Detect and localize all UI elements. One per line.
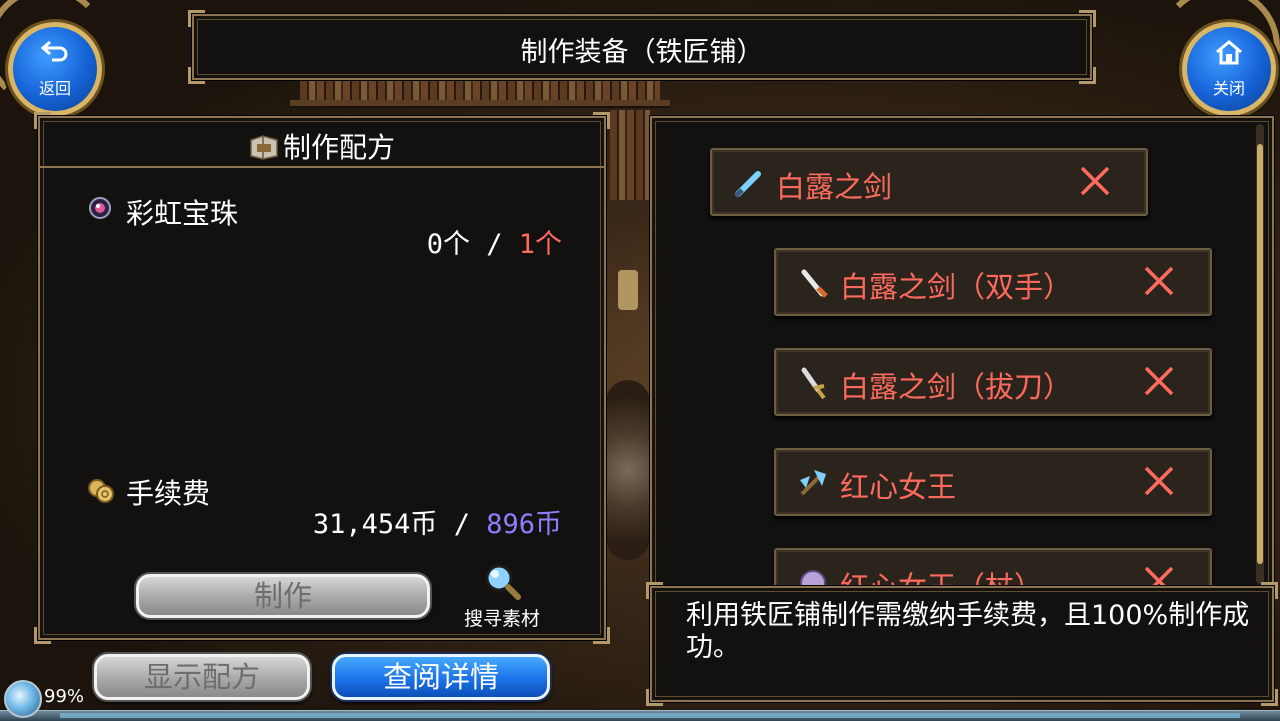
close-button[interactable]: 关闭 [1182,22,1276,116]
material-name: 彩虹宝珠 [126,197,239,230]
home-icon [1216,40,1242,65]
katana-icon [801,367,826,400]
close-icon[interactable] [1078,164,1112,198]
back-label: 返回 [38,79,71,98]
search-materials-label: 搜寻素材 [463,608,540,630]
close-label: 关闭 [1212,79,1245,98]
battery-percent: 99% [44,686,85,707]
title-bar: 制作装备（铁匠铺） [188,10,1096,84]
fee-need: 896币 [486,509,562,540]
material-separator: / [469,229,519,260]
item-name: 白露之剑（拔刀） [840,370,1073,404]
coins-icon [88,479,114,503]
dagger-icon [801,269,828,298]
page-title: 制作装备（铁匠铺） [520,37,764,68]
info-panel: 利用铁匠铺制作需缴纳手续费，且100%制作成功。 [646,582,1278,706]
equipment-list-panel: 白露之剑 白露之剑（双手） 白露之剑（拔刀） 红心女王 红心女王（杖） [650,116,1274,594]
bookshelf [610,110,650,200]
list-scrollbar[interactable] [1256,124,1264,584]
item-name: 红心女王 [840,470,957,504]
scrollbar-thumb[interactable] [1257,144,1263,564]
sword-icon [734,171,761,198]
shelf-board [290,100,670,106]
close-icon[interactable] [1142,464,1176,498]
view-details-button[interactable]: 查阅详情 [332,654,550,700]
material-need: 1个 [518,229,562,260]
show-recipe-button[interactable]: 显示配方 [94,654,310,700]
close-icon[interactable] [1142,364,1176,398]
shield-decoration [606,380,650,560]
recipe-book-icon [250,135,278,160]
fee-label: 手续费 [126,477,211,510]
battery-orb-icon [4,680,42,718]
material-count: 0个 / 1个 [427,222,562,261]
list-item[interactable]: 白露之剑（拔刀） [774,348,1212,416]
item-name: 白露之剑 [776,170,893,204]
list-item[interactable]: 白露之剑（双手） [774,248,1212,316]
material-have: 0个 [426,229,470,260]
search-materials-button[interactable]: 搜寻素材 [452,562,552,634]
back-button[interactable]: 返回 [8,22,102,116]
magnifier-icon [485,564,521,600]
item-name: 白露之剑（双手） [840,270,1073,304]
fee-have: 31,454币 [312,509,438,540]
recipe-title: 制作配方 [282,131,395,164]
back-arrow-icon [40,40,68,62]
info-text: 利用铁匠铺制作需缴纳手续费，且100%制作成功。 [686,600,1250,663]
list-item[interactable]: 红心女王 [774,448,1212,516]
recipe-panel: 制作配方 彩虹宝珠 0个 / 1个 手续费 31,454币 / 896币 制作 … [34,112,610,644]
craft-button[interactable]: 制作 [136,574,430,618]
axe-icon [800,470,826,496]
recipe-header: 制作配方 [40,118,604,168]
list-item[interactable]: 白露之剑 [710,148,1148,216]
progress-bar [0,710,1280,721]
rainbow-orb-icon [89,197,111,219]
close-icon[interactable] [1142,264,1176,298]
fee-separator: / [437,509,487,540]
lantern-decoration [618,270,638,310]
fee-amount: 31,454币 / 896币 [313,502,562,541]
